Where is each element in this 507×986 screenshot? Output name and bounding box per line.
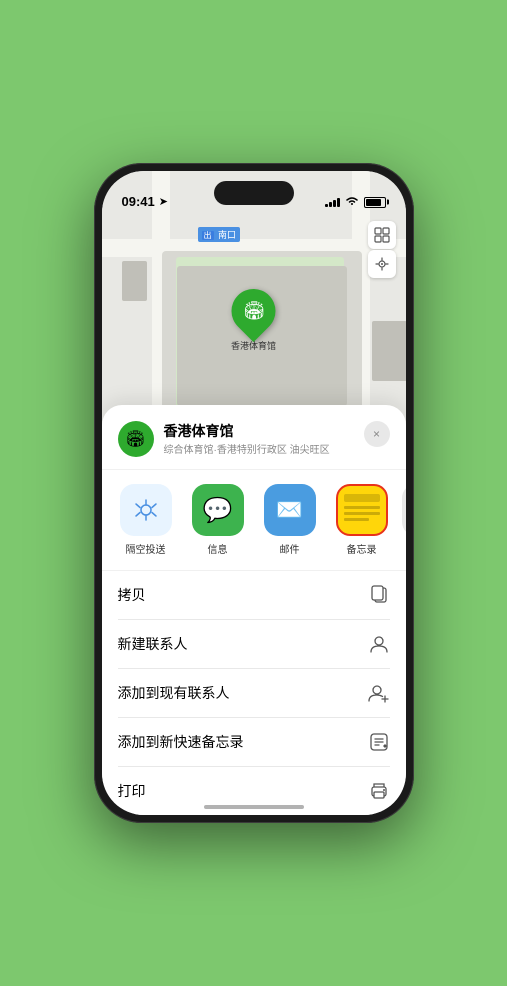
home-indicator xyxy=(204,805,304,809)
copy-icon xyxy=(368,584,390,606)
action-copy-label: 拷贝 xyxy=(118,585,146,605)
action-new-contact[interactable]: 新建联系人 xyxy=(118,620,390,669)
location-pin: 🏟 香港体育馆 xyxy=(231,289,276,352)
more-icon xyxy=(402,484,406,536)
notes-label: 备忘录 xyxy=(347,541,377,556)
location-button[interactable] xyxy=(368,250,396,278)
messages-icon: 💬 xyxy=(192,484,244,536)
add-existing-contact-icon xyxy=(368,682,390,704)
venue-name: 香港体育馆 xyxy=(164,421,364,441)
action-print-label: 打印 xyxy=(118,781,146,801)
phone-frame: 09:41 ➤ xyxy=(94,163,414,823)
close-button[interactable]: × xyxy=(364,421,390,447)
new-contact-icon xyxy=(368,633,390,655)
battery-icon xyxy=(364,197,386,208)
signal-bars-icon xyxy=(325,197,340,207)
share-icons-row: 隔空投送 💬 信息 ✉️ 邮件 xyxy=(102,470,406,571)
bottom-sheet: 🏟 香港体育馆 综合体育馆·香港特别行政区 油尖旺区 × xyxy=(102,405,406,815)
venue-icon: 🏟 xyxy=(118,421,154,457)
phone-screen: 09:41 ➤ xyxy=(102,171,406,815)
venue-emoji-icon: 🏟 xyxy=(125,429,145,449)
map-building xyxy=(372,321,406,381)
pin-circle: 🏟 xyxy=(222,280,284,342)
map-controls xyxy=(368,221,396,278)
airdrop-label: 隔空投送 xyxy=(126,541,166,556)
map-label-nankou: 出 南口 xyxy=(198,227,241,242)
wifi-icon xyxy=(345,195,359,209)
dynamic-island xyxy=(214,181,294,205)
share-item-mail[interactable]: ✉️ 邮件 xyxy=(258,484,322,556)
status-time: 09:41 xyxy=(122,194,155,209)
mail-icon: ✉️ xyxy=(264,484,316,536)
action-list: 拷贝 新建联系人 xyxy=(102,571,406,815)
map-view-toggle[interactable] xyxy=(368,221,396,249)
printer-icon xyxy=(368,780,390,802)
action-add-existing[interactable]: 添加到现有联系人 xyxy=(118,669,390,718)
share-item-messages[interactable]: 💬 信息 xyxy=(186,484,250,556)
messages-label: 信息 xyxy=(208,541,228,556)
status-icons xyxy=(325,195,386,209)
action-add-existing-label: 添加到现有联系人 xyxy=(118,683,230,703)
notes-icon xyxy=(336,484,388,536)
share-item-more[interactable] xyxy=(402,484,406,556)
share-item-airdrop[interactable]: 隔空投送 xyxy=(114,484,178,556)
share-item-notes[interactable]: 备忘录 xyxy=(330,484,394,556)
action-add-note[interactable]: 添加到新快速备忘录 xyxy=(118,718,390,767)
action-new-contact-label: 新建联系人 xyxy=(118,634,188,654)
venue-info: 香港体育馆 综合体育馆·香港特别行政区 油尖旺区 xyxy=(164,421,364,457)
action-add-note-label: 添加到新快速备忘录 xyxy=(118,732,244,752)
venue-subtitle: 综合体育馆·香港特别行政区 油尖旺区 xyxy=(164,444,364,457)
stadium-icon: 🏟 xyxy=(242,301,265,322)
quick-note-icon xyxy=(368,731,390,753)
airdrop-icon xyxy=(120,484,172,536)
action-copy[interactable]: 拷贝 xyxy=(118,571,390,620)
map-building xyxy=(122,261,147,301)
venue-header: 🏟 香港体育馆 综合体育馆·香港特别行政区 油尖旺区 × xyxy=(102,421,406,470)
mail-label: 邮件 xyxy=(280,541,300,556)
location-arrow-icon: ➤ xyxy=(159,195,168,208)
